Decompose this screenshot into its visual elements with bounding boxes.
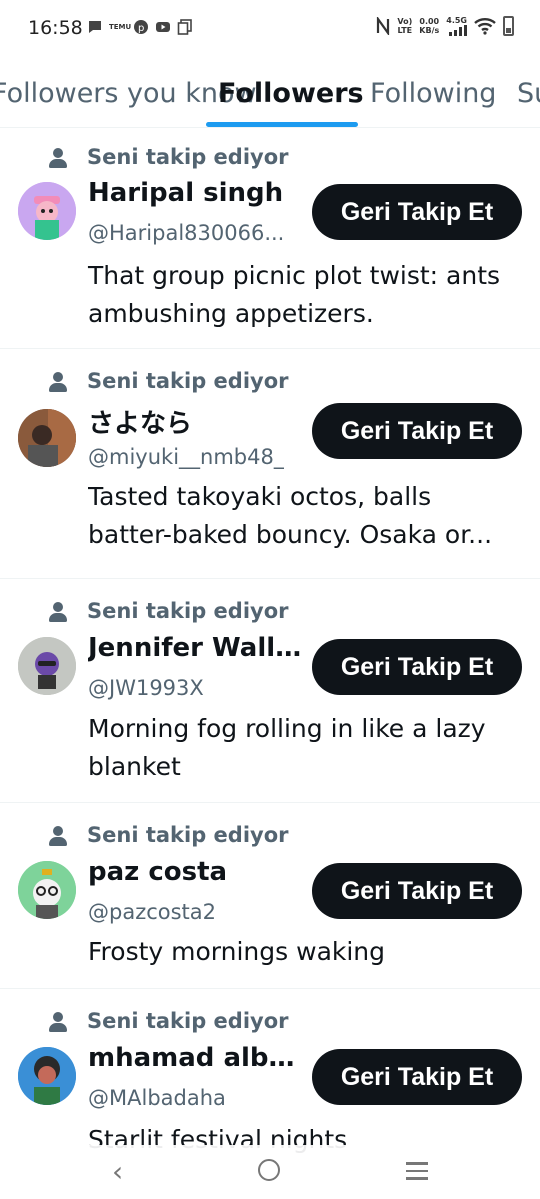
active-tab-indicator <box>206 122 358 127</box>
list-item[interactable]: Seni takip ediyor Jennifer Wallace @JW19… <box>0 579 540 803</box>
tab-following[interactable]: Following <box>370 78 496 109</box>
display-name[interactable]: mhamad albad... <box>88 1043 306 1073</box>
list-item[interactable]: Seni takip ediyor さよなら @miyuki__nmb48_ G… <box>0 349 540 579</box>
person-icon <box>48 1010 68 1032</box>
notification-icons: TEMU p <box>87 19 193 35</box>
follows-you-context: Seni takip ediyor <box>48 145 289 169</box>
followers-list: Seni takip ediyor Haripal singh @Haripal… <box>0 129 540 1189</box>
tab-subscriptions[interactable]: Subscriptions <box>517 78 540 109</box>
signal-bars-icon <box>449 25 467 36</box>
svg-text:p: p <box>138 23 144 34</box>
avatar[interactable] <box>18 182 76 240</box>
display-name[interactable]: Haripal singh <box>88 178 283 208</box>
avatar[interactable] <box>18 861 76 919</box>
person-icon <box>48 600 68 622</box>
avatar-image <box>18 861 76 919</box>
follow-back-button[interactable]: Geri Takip Et <box>312 639 522 695</box>
follows-you-context: Seni takip ediyor <box>48 1009 289 1033</box>
user-handle[interactable]: @MAlbadaha <box>88 1086 226 1110</box>
tab-followers[interactable]: Followers <box>218 78 364 109</box>
recent-apps-icon[interactable] <box>406 1162 428 1185</box>
status-bar: 16:58 TEMU p Vo) LTE 0.00 KB/s 4.5G <box>0 0 540 58</box>
pinterest-icon: p <box>134 20 148 34</box>
home-icon[interactable] <box>258 1159 280 1181</box>
avatar[interactable] <box>18 637 76 695</box>
temu-icon: TEMU <box>109 23 132 31</box>
person-icon <box>48 824 68 846</box>
display-name[interactable]: さよなら <box>88 403 192 440</box>
clock: 16:58 <box>28 17 83 39</box>
list-item[interactable]: Seni takip ediyor Haripal singh @Haripal… <box>0 129 540 349</box>
avatar-image <box>18 409 76 467</box>
display-name[interactable]: paz costa <box>88 857 227 887</box>
follow-back-button[interactable]: Geri Takip Et <box>312 1049 522 1105</box>
system-nav-bar: ‹ <box>0 1145 540 1199</box>
user-handle[interactable]: @pazcosta2 <box>88 900 216 924</box>
user-bio: Morning fog rolling in like a lazy blank… <box>88 714 486 781</box>
tab-bar: Followers you know Followers Following S… <box>0 58 540 128</box>
battery-icon <box>503 16 514 36</box>
signal-indicator: 4.5G <box>446 16 467 36</box>
display-name[interactable]: Jennifer Wallace <box>88 633 306 663</box>
avatar-image <box>18 182 76 240</box>
youtube-icon <box>156 22 170 32</box>
user-bio: Tasted takoyaki octos, balls batter-bake… <box>88 482 493 549</box>
back-icon[interactable]: ‹ <box>112 1155 123 1188</box>
speed-indicator: 0.00 KB/s <box>419 17 440 35</box>
follow-back-button[interactable]: Geri Takip Et <box>312 863 522 919</box>
nfc-icon <box>377 17 390 35</box>
user-bio: That group picnic plot twist: ants ambus… <box>88 261 501 328</box>
person-icon <box>48 146 68 168</box>
follow-back-button[interactable]: Geri Takip Et <box>312 184 522 240</box>
user-handle[interactable]: @Haripal830066... <box>88 221 284 245</box>
user-bio: Frosty mornings waking <box>88 937 386 966</box>
wifi-icon <box>474 18 496 35</box>
avatar-image <box>18 637 76 695</box>
follows-you-context: Seni takip ediyor <box>48 823 289 847</box>
volte-indicator: Vo) LTE <box>397 17 413 35</box>
user-handle[interactable]: @JW1993X <box>88 676 204 700</box>
follows-you-context: Seni takip ediyor <box>48 369 289 393</box>
message-icon <box>89 21 101 33</box>
avatar-image <box>18 1047 76 1105</box>
follows-you-context: Seni takip ediyor <box>48 599 289 623</box>
list-item[interactable]: Seni takip ediyor paz costa @pazcosta2 G… <box>0 803 540 989</box>
person-icon <box>48 370 68 392</box>
follow-back-button[interactable]: Geri Takip Et <box>312 403 522 459</box>
avatar[interactable] <box>18 1047 76 1105</box>
system-icons: Vo) LTE 0.00 KB/s 4.5G <box>376 16 514 36</box>
copy-icon <box>177 19 192 35</box>
avatar[interactable] <box>18 409 76 467</box>
user-handle[interactable]: @miyuki__nmb48_ <box>88 445 284 469</box>
